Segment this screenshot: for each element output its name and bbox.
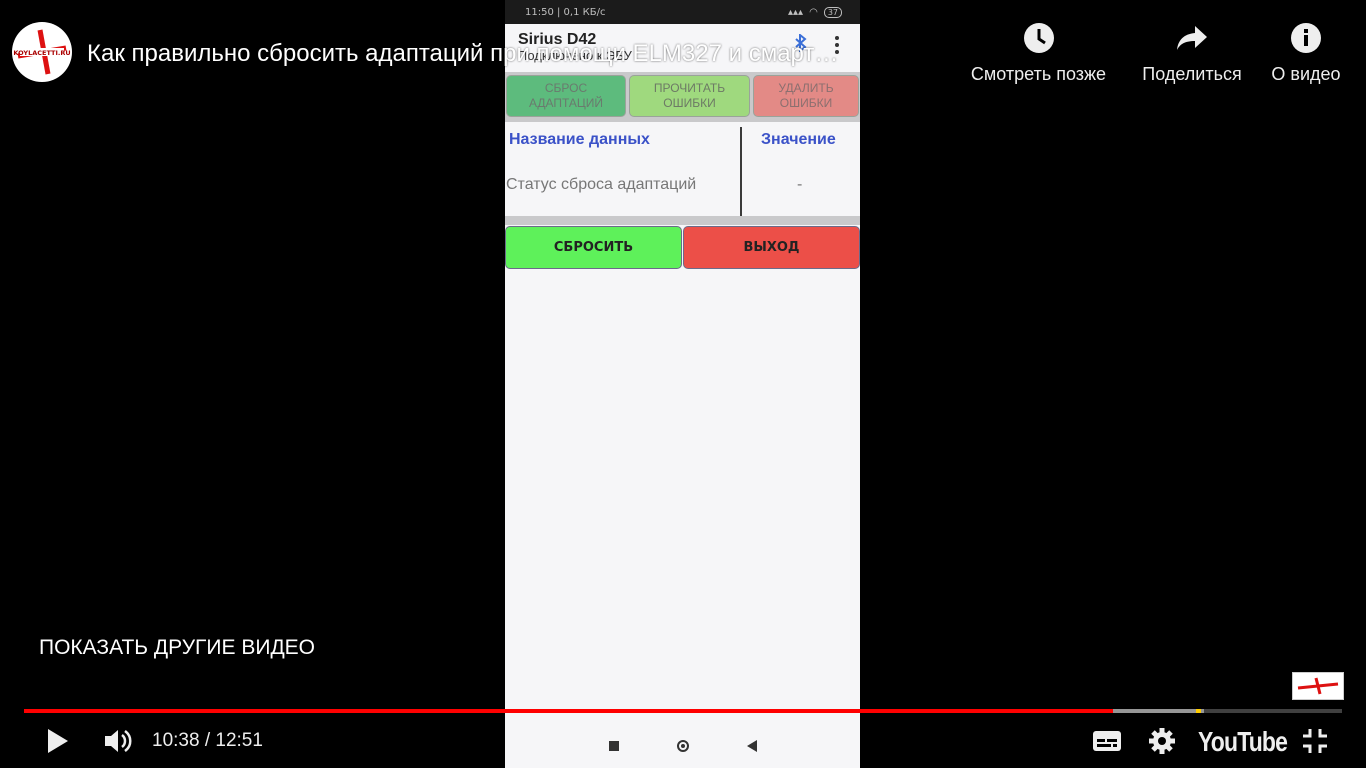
progress-bar[interactable] [24,709,1342,713]
settings-gear-icon[interactable] [1148,718,1176,764]
phone-screen: 11:50 | 0,1 КБ/с ▴▴▴ ◠ 37 Sirius D42 Под… [505,0,860,768]
subtitles-icon[interactable] [1092,718,1122,764]
share-button[interactable]: Поделиться [1134,18,1250,85]
header-data-name: Название данных [509,131,650,148]
info-icon [1266,18,1346,58]
wifi-icon: ◠ [809,6,818,18]
show-more-videos-button[interactable]: ПОКАЗАТЬ ДРУГИЕ ВИДЕО [39,636,315,660]
tab-delete-errors[interactable]: УДАЛИТЬ ОШИБКИ [753,75,859,117]
battery-icon: 37 [823,6,842,18]
play-icon[interactable] [46,718,70,764]
channel-avatar[interactable]: KOYLACETTI.RU [12,22,72,82]
phone-status-bar: 11:50 | 0,1 КБ/с ▴▴▴ ◠ 37 [505,0,860,24]
about-video-button[interactable]: О видео [1266,18,1346,85]
channel-logo-text: KOYLACETTI.RU [13,49,70,57]
played-bar [24,709,1113,713]
clock-icon [961,18,1116,58]
channel-logo-icon: KOYLACETTI.RU [13,29,71,75]
mode-tabs: СБРОС АДАПТАЦИЙ ПРОЧИТАТЬ ОШИБКИ УДАЛИТЬ ОШ… [505,72,860,122]
share-label: Поделиться [1142,64,1242,84]
video-title[interactable]: Как правильно сбросить адаптаций при пом… [87,40,838,68]
column-divider [740,127,742,217]
volume-icon[interactable] [103,718,135,764]
share-icon [1134,18,1250,58]
watch-later-button[interactable]: Смотреть позже [961,18,1116,85]
header-value: Значение [761,131,836,148]
status-clock: 11:50 | 0,1 КБ/с [525,6,606,18]
tab-reset-adaptations[interactable]: СБРОС АДАПТАЦИЙ [506,75,626,117]
data-table: Название данных Значение Статус сброса а… [505,127,860,217]
channel-watermark[interactable] [1292,672,1344,700]
chapter-marker [1196,709,1201,713]
signal-icon: ▴▴▴ [788,6,804,18]
reset-button[interactable]: СБРОСИТЬ [505,226,682,269]
about-label: О видео [1271,64,1341,84]
time-display: 10:38 / 12:51 [152,730,263,751]
row-value: - [797,176,803,193]
youtube-logo[interactable]: YouTube [1198,726,1288,758]
exit-fullscreen-icon[interactable] [1302,718,1328,764]
section-divider [505,216,860,225]
tab-read-errors[interactable]: ПРОЧИТАТЬ ОШИБКИ [629,75,750,117]
row-name: Статус сброса адаптаций [506,176,697,193]
exit-button[interactable]: ВЫХОД [683,226,860,269]
status-icons: ▴▴▴ ◠ 37 [788,6,842,18]
watch-later-label: Смотреть позже [970,64,1107,84]
